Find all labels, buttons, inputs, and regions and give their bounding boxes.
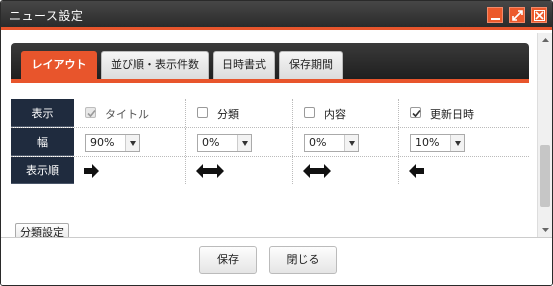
row-header-width: 幅 — [11, 128, 74, 156]
chevron-down-icon — [344, 135, 358, 151]
content-checkbox-label: 内容 — [324, 108, 346, 121]
close-icon — [534, 10, 545, 21]
row-header-order: 表示順 — [11, 157, 74, 184]
column-category-width: 0% — [186, 128, 293, 156]
tab-retention[interactable]: 保存期間 — [279, 51, 343, 79]
category-checkbox[interactable] — [197, 107, 208, 118]
column-category-display: 分類 — [186, 99, 293, 127]
category-checkbox-label: 分類 — [217, 108, 239, 121]
column-updated-width: 10% — [399, 128, 529, 156]
save-button[interactable]: 保存 — [199, 246, 257, 274]
arrow-right-icon[interactable] — [84, 164, 100, 178]
tab-date-format[interactable]: 日時書式 — [213, 51, 275, 79]
column-content-display: 内容 — [293, 99, 399, 127]
column-title-order — [74, 157, 186, 184]
column-updated-display: 更新日時 — [399, 99, 529, 127]
display-row: 表示 タイトル 分類 内容 更新日時 — [11, 99, 529, 128]
title-checkbox-label: タイトル — [105, 108, 149, 121]
maximize-button[interactable] — [509, 7, 525, 23]
column-content-order — [293, 157, 399, 184]
chevron-down-icon — [125, 135, 139, 151]
category-width-value: 0% — [202, 136, 220, 149]
arrow-both-icon[interactable] — [303, 164, 331, 178]
category-settings-button[interactable]: 分類設定 — [15, 223, 69, 237]
dialog-footer: 保存 閉じる — [1, 237, 552, 285]
title-width-value: 90% — [90, 136, 115, 149]
maximize-icon — [512, 10, 523, 21]
title-checkbox[interactable] — [85, 107, 96, 118]
check-icon — [87, 109, 96, 118]
window-title: ニュース設定 — [9, 9, 84, 23]
chevron-down-icon — [237, 135, 251, 151]
content-checkbox[interactable] — [304, 107, 315, 118]
content-width-value: 0% — [309, 136, 327, 149]
column-title-width: 90% — [74, 128, 186, 156]
category-width-select[interactable]: 0% — [197, 134, 252, 152]
title-width-select[interactable]: 90% — [85, 134, 140, 152]
arrow-left-icon[interactable] — [409, 164, 425, 178]
scroll-thumb[interactable] — [540, 145, 550, 207]
tab-layout[interactable]: レイアウト — [21, 51, 97, 79]
order-row: 表示順 — [11, 157, 529, 184]
content-width-select[interactable]: 0% — [304, 134, 359, 152]
close-button[interactable]: 閉じる — [269, 246, 337, 274]
updated-width-select[interactable]: 10% — [410, 134, 465, 152]
scroll-down-icon[interactable] — [538, 223, 553, 237]
close-window-button[interactable] — [531, 7, 547, 23]
chevron-down-icon — [450, 135, 464, 151]
column-title-display: タイトル — [74, 99, 186, 127]
column-content-width: 0% — [293, 128, 399, 156]
tab-bar: レイアウト 並び順・表示件数 日時書式 保存期間 — [11, 43, 529, 83]
check-icon — [412, 109, 421, 118]
column-category-order — [186, 157, 293, 184]
settings-content: レイアウト 並び順・表示件数 日時書式 保存期間 表示 タイトル 分類 内容 更… — [1, 33, 537, 237]
vertical-scrollbar[interactable] — [537, 33, 552, 237]
minimize-icon — [491, 18, 500, 20]
news-settings-window: ニュース設定 レイアウト 並び順・表示件数 日時書式 保存期間 表示 タイトル … — [0, 0, 553, 286]
minimize-button[interactable] — [487, 7, 503, 23]
updated-checkbox[interactable] — [410, 107, 421, 118]
column-updated-order — [399, 157, 529, 184]
updated-checkbox-label: 更新日時 — [430, 108, 474, 121]
tab-sort-count[interactable]: 並び順・表示件数 — [101, 51, 209, 79]
row-header-display: 表示 — [11, 99, 74, 127]
title-bar[interactable]: ニュース設定 — [1, 1, 552, 30]
updated-width-value: 10% — [415, 136, 440, 149]
arrow-both-icon[interactable] — [196, 164, 224, 178]
width-row: 幅 90% 0% 0% 10% — [11, 128, 529, 157]
scroll-up-icon[interactable] — [538, 33, 553, 47]
